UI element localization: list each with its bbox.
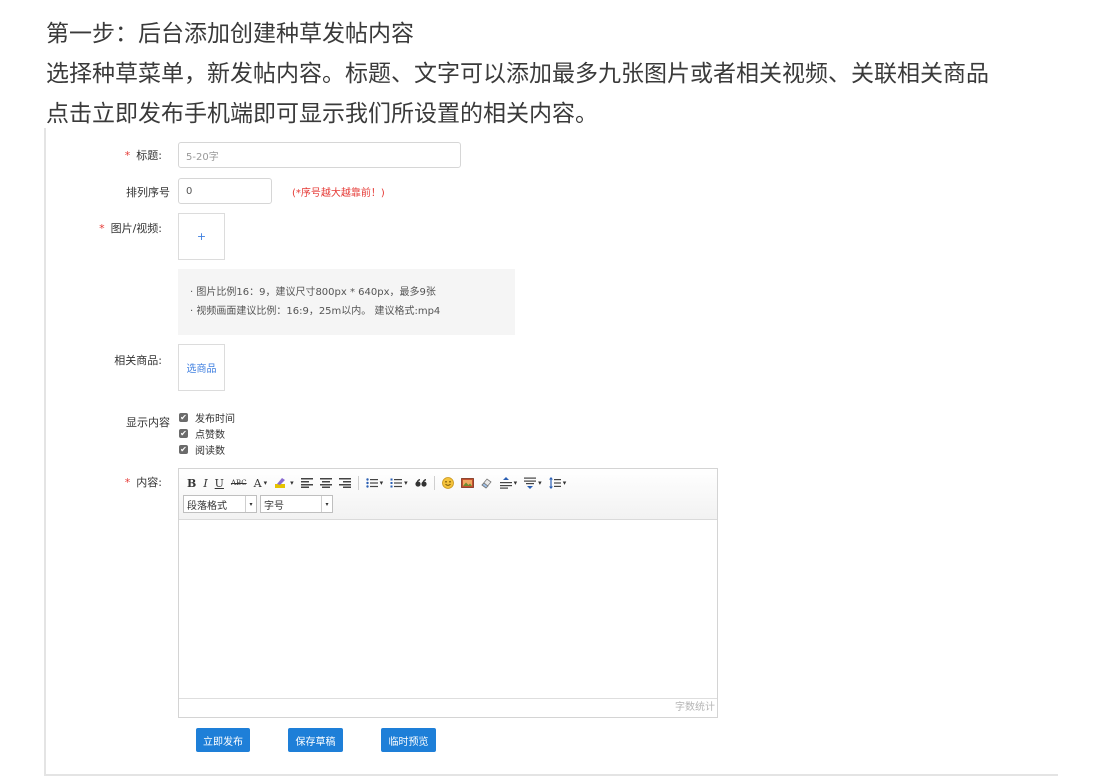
media-tip-video: · 视频画面建议比例：16:9，25m以内。 建议格式:mp4 [190,306,441,317]
sort-label: 排列序号 [126,186,170,199]
sort-hint: (*序号越大越靠前！) [292,188,385,199]
post-form-panel: * 标题: 5-20字 排列序号 0 (*序号越大越靠前！) * 图片/视频: + … [44,128,1058,776]
option-read-count[interactable]: ✔ 阅读数 [179,442,225,457]
select-goods-label: 选商品 [186,364,217,375]
insert-image-button[interactable] [460,475,474,491]
intro-line-2: 选择种草菜单，新发帖内容。标题、文字可以添加最多九张图片或者相关视频、关联相关商… [46,61,989,87]
eraser-button[interactable] [481,475,493,491]
align-center-button[interactable] [319,475,332,491]
line-height-button[interactable]: ▾ [548,475,567,491]
eraser-icon [481,478,492,489]
select-goods-button[interactable]: 选商品 [178,344,225,391]
option-publish-time[interactable]: ✔ 发布时间 [179,410,235,425]
preview-button[interactable]: 临时预览 [381,728,436,752]
bullet-list-button[interactable]: ▾ [365,475,384,491]
media-tips: · 图片比例16：9，建议尺寸800px * 640px，最多9张 · 视频画面… [178,269,515,335]
emoji-button[interactable] [441,475,454,491]
caret-down-icon: ▾ [379,479,384,487]
align-right-icon [338,478,351,488]
blockquote-button[interactable] [415,475,427,491]
editor-toolbar: B I U ABC A ▾ ▾ ▾ ▾ ▾ ▾ ▾ 段落格式 ▾ 字号 ▾ [179,469,717,520]
word-count: 字数统计 [179,698,717,717]
title-input[interactable]: 5-20字 [178,142,461,168]
font-color-button[interactable]: A ▾ [254,475,267,491]
caret-down-icon: ▾ [404,479,408,487]
highlight-button[interactable]: ▾ [274,475,294,491]
display-label: 显示内容 [126,416,170,429]
line-spacing-bottom-button[interactable]: ▾ [524,475,542,491]
align-center-icon [319,478,332,488]
align-right-button[interactable] [338,475,351,491]
intro-text: 第一步：后台添加创建种草发帖内容 选择种草菜单，新发帖内容。标题、文字可以添加最… [46,14,1086,134]
smiley-icon [441,477,454,489]
line-height-icon [548,477,561,489]
checkbox-checked-icon[interactable]: ✔ [179,413,188,422]
plus-icon: + [196,230,207,243]
media-tip-image: · 图片比例16：9，建议尺寸800px * 640px，最多9张 [190,287,436,298]
required-mark: * [124,149,131,162]
dropdown-arrow-icon: ▾ [321,496,332,512]
title-placeholder: 5-20字 [186,151,219,163]
editor-content-area[interactable] [179,520,717,699]
paragraph-format-value: 段落格式 [187,500,227,512]
toolbar-row-1: B I U ABC A ▾ ▾ ▾ ▾ ▾ ▾ ▾ [187,475,573,491]
paragraph-format-select[interactable]: 段落格式 ▾ [183,495,257,513]
rich-text-editor: B I U ABC A ▾ ▾ ▾ ▾ ▾ ▾ ▾ 段落格式 ▾ 字号 ▾ 字数… [178,468,718,718]
content-label: * 内容: [124,476,162,489]
title-label: * 标题: [124,149,162,162]
bullet-list-icon [365,478,378,488]
image-icon [460,478,474,488]
goods-label: 相关商品: [114,354,162,367]
publish-button[interactable]: 立即发布 [196,728,250,752]
intro-line-1: 第一步：后台添加创建种草发帖内容 [46,21,414,47]
paragraph-spacing-icon [499,477,512,489]
bold-button[interactable]: B [187,475,196,491]
required-mark: * [124,476,131,489]
align-left-icon [300,478,313,488]
caret-down-icon: ▾ [562,479,567,487]
option-label: 阅读数 [195,446,225,457]
toolbar-separator [357,476,359,490]
italic-button[interactable]: I [203,475,207,491]
highlight-icon [275,478,286,488]
dropdown-arrow-icon: ▾ [245,496,256,512]
sort-value: 0 [186,185,193,197]
checkbox-checked-icon[interactable]: ✔ [179,445,188,454]
quote-icon [415,478,427,487]
sort-input[interactable]: 0 [178,178,272,204]
font-size-value: 字号 [264,500,284,512]
paragraph-spacing-bottom-icon [524,477,537,489]
caret-down-icon: ▾ [263,479,268,487]
caret-down-icon: ▾ [290,479,294,487]
align-left-button[interactable] [300,475,313,491]
caret-down-icon: ▾ [513,479,518,487]
numbered-list-button[interactable]: ▾ [390,475,408,491]
numbered-list-icon [390,478,403,488]
checkbox-checked-icon[interactable]: ✔ [179,429,188,438]
font-size-select[interactable]: 字号 ▾ [260,495,333,513]
save-draft-button[interactable]: 保存草稿 [288,728,343,752]
underline-button[interactable]: U [215,475,224,491]
option-label: 发布时间 [195,414,235,425]
toolbar-row-2: 段落格式 ▾ 字号 ▾ [183,495,336,513]
caret-down-icon: ▾ [538,479,542,487]
option-label: 点赞数 [195,430,225,441]
line-spacing-top-button[interactable]: ▾ [499,475,518,491]
toolbar-separator [433,476,435,490]
strikethrough-button[interactable]: ABC [231,475,247,491]
option-like-count[interactable]: ✔ 点赞数 [179,426,225,441]
media-upload-button[interactable]: + [178,213,225,260]
media-label: * 图片/视频: [99,222,162,235]
required-mark: * [99,222,105,235]
